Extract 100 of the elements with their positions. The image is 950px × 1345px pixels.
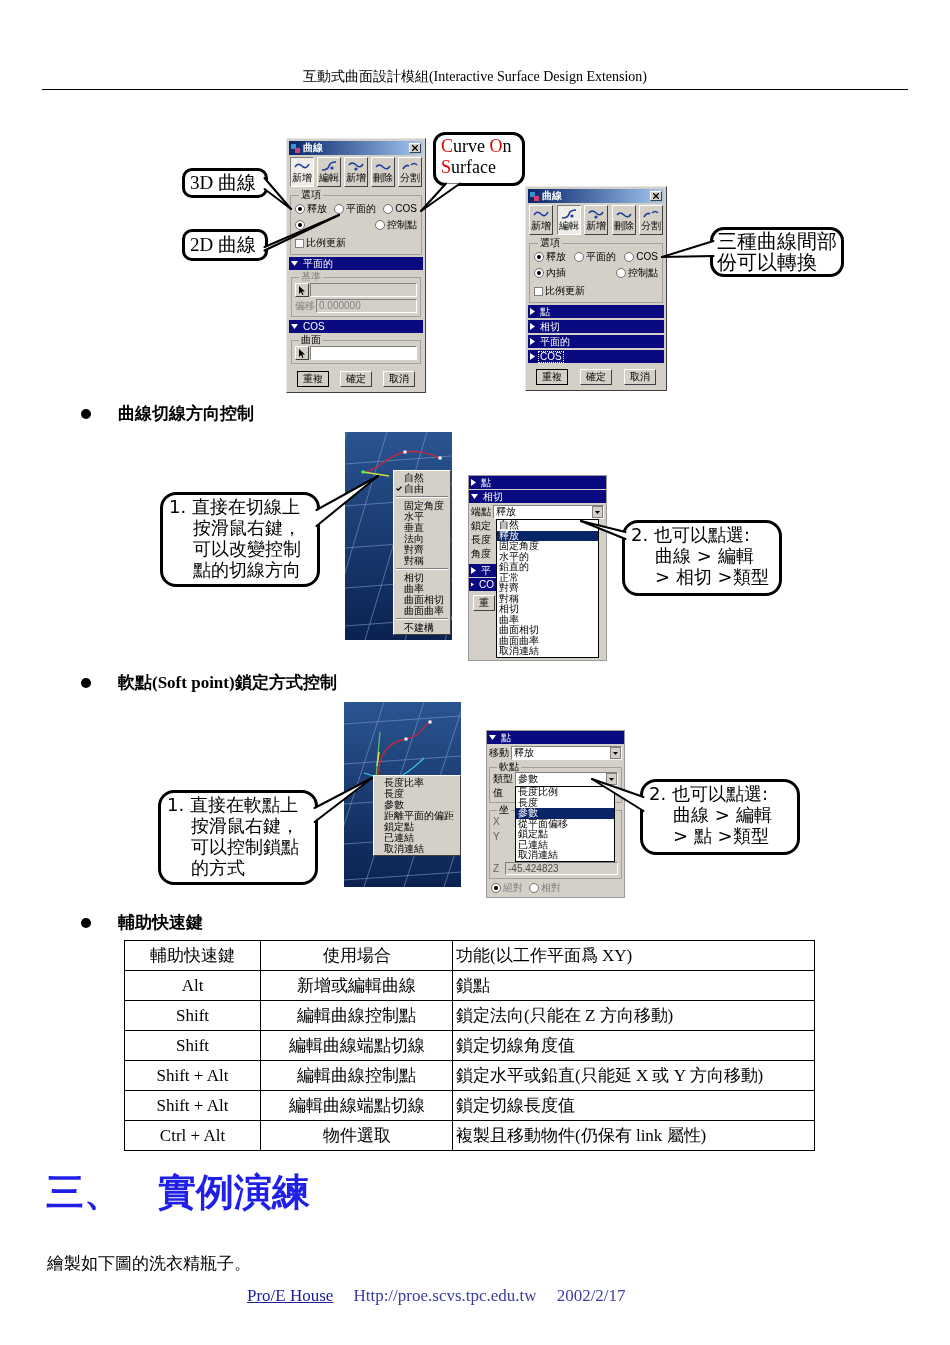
input-field[interactable] — [310, 283, 417, 297]
radio-button[interactable] — [334, 204, 345, 214]
section-header[interactable]: 相切 — [469, 490, 606, 503]
menu-item[interactable]: 自然 — [394, 472, 450, 483]
menu-item[interactable]: 對齊 — [394, 544, 450, 555]
section-header[interactable]: CO — [469, 578, 496, 591]
group-label: 軟點 — [498, 762, 520, 772]
tool-button[interactable]: 新增 — [529, 205, 553, 235]
menu-item[interactable]: 取消連結 — [374, 843, 460, 854]
close-button[interactable] — [409, 143, 421, 153]
table-cell: 編輯曲線端點切線 — [260, 1030, 453, 1061]
section-header[interactable]: COS — [289, 320, 423, 333]
menu-item[interactable]: 曲面相切 — [394, 594, 450, 605]
close-icon — [412, 145, 418, 151]
dropdown-field[interactable]: 釋放 — [511, 746, 622, 760]
list-item[interactable]: 參數 — [516, 808, 614, 819]
dialog-button[interactable]: 重 — [473, 595, 495, 611]
caret-right-icon — [530, 353, 535, 360]
list-item[interactable]: 釋放 — [497, 530, 598, 541]
menu-item[interactable]: 參數 — [374, 799, 460, 810]
radio-button[interactable] — [295, 204, 305, 214]
section-header[interactable]: 平 — [469, 564, 496, 577]
checkbox[interactable] — [295, 238, 304, 248]
app-icon — [530, 191, 539, 201]
menu-item[interactable]: 曲面曲率 — [394, 605, 450, 616]
callout-pointer — [315, 475, 379, 527]
field-label: 值 — [493, 786, 503, 799]
menu-item[interactable]: 距離平面的偏距 — [374, 810, 460, 821]
table-header-cell: 輔助快速鍵 — [124, 940, 261, 971]
dialog-button[interactable]: 重複 — [536, 369, 568, 385]
menu-item[interactable]: 長度比率 — [374, 777, 460, 788]
curve-icon — [402, 161, 418, 171]
tool-button[interactable]: 新增 — [290, 157, 314, 187]
menu-item[interactable]: 垂直 — [394, 522, 450, 533]
menu-item[interactable]: 對稱 — [394, 555, 450, 566]
table-header-cell: 功能(以工作平面爲 XY) — [452, 940, 815, 971]
menu-item[interactable]: 不建構 — [394, 622, 450, 633]
menu-item[interactable]: 曲率 — [394, 583, 450, 594]
tool-button[interactable]: 分割 — [398, 157, 422, 187]
caret-down-icon — [489, 735, 496, 740]
menu-item[interactable]: 水平 — [394, 511, 450, 522]
radio-button[interactable] — [491, 882, 501, 893]
radio-button[interactable] — [616, 268, 626, 278]
radio-button[interactable] — [383, 204, 394, 214]
close-button[interactable] — [650, 191, 662, 201]
menu-item[interactable]: 長度 — [374, 788, 460, 799]
section-header[interactable]: 點 — [528, 305, 664, 318]
dropdown-field[interactable]: 參數 — [515, 772, 618, 786]
table-cell: 鎖定水平或鉛直(只能延 X 或 Y 方向移動) — [452, 1060, 815, 1091]
tool-button[interactable]: 刪除 — [611, 205, 636, 235]
radio-button[interactable] — [534, 252, 544, 262]
radio-label: 平面的 — [586, 251, 617, 263]
radio-button[interactable] — [295, 220, 305, 230]
site-link[interactable]: Pro/E House — [247, 1285, 334, 1307]
tool-button[interactable]: 編輯 — [556, 205, 581, 235]
dropdown-field[interactable]: 釋放 — [493, 505, 604, 519]
checkbox[interactable] — [534, 286, 543, 296]
tool-button[interactable]: 編輯 — [317, 157, 341, 187]
radio-button[interactable] — [375, 220, 385, 230]
curve-icon — [375, 161, 391, 171]
menu-item[interactable]: 法向 — [394, 533, 450, 544]
dialog-button[interactable]: 取消 — [383, 371, 415, 387]
section-heading: 曲線切線方向控制 — [118, 403, 254, 425]
input-field[interactable]: -45.424823 — [505, 862, 618, 875]
tool-button[interactable]: 新增 — [344, 157, 368, 187]
app-icon — [291, 143, 300, 153]
pick-button[interactable] — [295, 346, 309, 360]
caret-down-icon — [291, 261, 298, 266]
curve-icon — [588, 209, 604, 219]
pick-button[interactable] — [295, 283, 309, 297]
dialog-button[interactable]: 取消 — [624, 369, 656, 385]
tool-button[interactable]: 分割 — [639, 205, 663, 235]
dialog-button[interactable]: 確定 — [580, 369, 612, 385]
section-header[interactable]: 相切 — [528, 320, 664, 333]
section-header[interactable]: 點 — [469, 476, 606, 489]
input-field[interactable] — [310, 346, 417, 360]
radio-button[interactable] — [624, 252, 635, 262]
menu-item[interactable]: 已連結 — [374, 832, 460, 843]
section-header[interactable]: COS — [528, 350, 664, 363]
radio-button[interactable] — [529, 882, 539, 893]
curve-icon — [615, 209, 632, 219]
dialog-button[interactable]: 重複 — [297, 371, 329, 387]
field-label: 長度 — [471, 534, 491, 546]
section-header[interactable]: 平面的 — [528, 335, 664, 348]
menu-item[interactable]: 相切 — [394, 572, 450, 583]
radio-label: COS — [636, 251, 658, 263]
callout-bubble: 三種曲線間部 份可以轉換 — [710, 227, 844, 277]
menu-item[interactable]: 鎖定點 — [374, 821, 460, 832]
section-header[interactable]: 點 — [487, 731, 624, 744]
tool-button[interactable]: 新增 — [584, 205, 608, 235]
tool-button[interactable]: 刪除 — [371, 157, 395, 187]
field-label: 移動 — [489, 747, 509, 759]
radio-button[interactable] — [534, 268, 544, 278]
dialog-button[interactable]: 確定 — [340, 371, 372, 387]
section-heading: 輔助快速鍵 — [118, 912, 203, 934]
menu-item[interactable]: 固定角度 — [394, 500, 450, 511]
callout-bubble: 1. 直接在軟點上 按滑鼠右鍵， 可以控制鎖點 的方式 — [158, 790, 318, 885]
menu-item[interactable]: 自由 — [394, 483, 450, 494]
radio-button[interactable] — [574, 252, 585, 262]
check-icon — [396, 486, 402, 491]
